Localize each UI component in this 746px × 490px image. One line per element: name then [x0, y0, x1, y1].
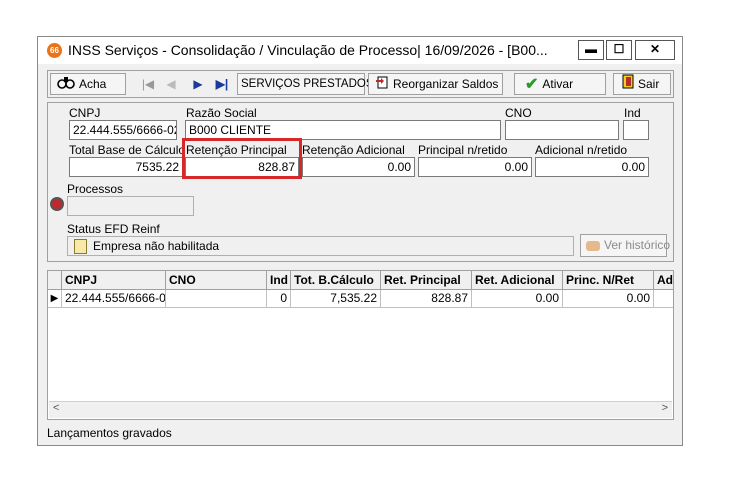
prev-record-button[interactable]: ◀: [160, 73, 182, 95]
ativar-label: Ativar: [542, 77, 574, 91]
status-efd-reinf-value: Empresa não habilitada: [93, 239, 220, 253]
table-cell-ad[interactable]: [654, 290, 673, 308]
grid-header-ind[interactable]: Ind: [267, 271, 291, 290]
cnpj-field[interactable]: 22.444.555/6666-02: [69, 120, 177, 140]
grid-header-ad[interactable]: Ad: [654, 271, 673, 290]
razao-social-label: Razão Social: [186, 106, 257, 120]
principal-nao-retido-label: Principal n/retido: [418, 143, 508, 157]
retencao-adicional-field[interactable]: 0.00: [302, 157, 415, 177]
row-indicator-icon: ▶: [48, 290, 62, 308]
main-window: 66 INSS Serviços - Consolidação / Vincul…: [37, 36, 683, 446]
principal-nao-retido-field[interactable]: 0.00: [418, 157, 532, 177]
history-icon: [586, 240, 600, 251]
ver-historico-label: Ver histórico: [604, 238, 671, 252]
app-logo-icon: 66: [47, 43, 62, 58]
ind-field[interactable]: [623, 120, 649, 140]
first-record-button[interactable]: |◀: [137, 73, 159, 95]
table-cell-tot-bcalculo[interactable]: 7,535.22: [291, 290, 381, 308]
window-title: INSS Serviços - Consolidação / Vinculaçã…: [68, 42, 548, 58]
ind-label: Ind: [624, 106, 641, 120]
highlight-box: [182, 138, 302, 179]
close-button[interactable]: ✕: [635, 40, 675, 60]
last-record-button[interactable]: ▶|: [211, 73, 233, 95]
binoculars-icon: [57, 75, 75, 95]
next-record-button[interactable]: ▶: [187, 73, 209, 95]
toolbar: Acha |◀ ◀ ▶ ▶| SERVIÇOS PRESTADOS Reorga…: [47, 70, 674, 98]
cno-label: CNO: [505, 106, 532, 120]
horizontal-scrollbar[interactable]: < >: [49, 401, 672, 418]
document-icon: [74, 239, 87, 255]
total-base-calculo-field[interactable]: 7535.22: [69, 157, 183, 177]
status-efd-reinf-field: Empresa não habilitada: [67, 236, 574, 256]
reorganize-icon: [375, 75, 389, 95]
grid-header-cno[interactable]: CNO: [166, 271, 267, 290]
ativar-button[interactable]: ✔ Ativar: [514, 73, 606, 95]
cnpj-label: CNPJ: [69, 106, 101, 120]
total-base-calculo-label: Total Base de Cálculo: [69, 143, 186, 157]
table-cell-ret-principal[interactable]: 828.87: [381, 290, 472, 308]
razao-social-field[interactable]: B000 CLIENTE: [185, 120, 501, 140]
table-cell-cno[interactable]: [166, 290, 267, 308]
processos-target-icon[interactable]: [50, 197, 64, 211]
ver-historico-button[interactable]: Ver histórico: [580, 234, 671, 257]
acha-label: Acha: [79, 77, 107, 91]
processos-label: Processos: [67, 182, 124, 196]
sair-button[interactable]: Sair: [613, 73, 671, 95]
status-efd-reinf-label: Status EFD Reinf: [67, 222, 160, 236]
table-cell-ret-adicional[interactable]: 0.00: [472, 290, 563, 308]
processos-field[interactable]: [67, 196, 194, 216]
servicos-prestados-button[interactable]: SERVIÇOS PRESTADOS: [237, 73, 374, 95]
scroll-right-button[interactable]: >: [662, 402, 668, 414]
reorganizar-label: Reorganizar Saldos: [393, 77, 499, 91]
sair-label: Sair: [638, 77, 660, 91]
title-bar[interactable]: 66 INSS Serviços - Consolidação / Vincul…: [38, 37, 682, 64]
table-cell-ind[interactable]: 0: [267, 290, 291, 308]
grid-header-cnpj[interactable]: CNPJ: [62, 271, 166, 290]
minimize-button[interactable]: ▬: [578, 40, 604, 60]
scroll-left-button[interactable]: <: [53, 402, 59, 414]
retencao-adicional-label: Retenção Adicional: [302, 143, 405, 157]
data-grid: CNPJ CNO Ind Tot. B.Cálculo Ret. Princip…: [47, 270, 674, 420]
grid-header-princ-n-ret[interactable]: Princ. N/Ret: [563, 271, 654, 290]
acha-button[interactable]: Acha: [50, 73, 126, 95]
cno-field[interactable]: [505, 120, 619, 140]
grid-header-ret-adicional[interactable]: Ret. Adicional: [472, 271, 563, 290]
checkmark-icon: ✔: [525, 75, 539, 93]
adicional-nao-retido-label: Adicional n/retido: [535, 143, 628, 157]
grid-header-ret-principal[interactable]: Ret. Principal: [381, 271, 472, 290]
table-cell-cnpj[interactable]: 22.444.555/6666-02: [62, 290, 166, 308]
grid-corner: [48, 271, 62, 290]
grid-header-tot-bcalculo[interactable]: Tot. B.Cálculo: [291, 271, 381, 290]
status-bar: Lançamentos gravados: [47, 426, 172, 440]
reorganizar-saldos-button[interactable]: Reorganizar Saldos: [368, 73, 503, 95]
adicional-nao-retido-field[interactable]: 0.00: [535, 157, 649, 177]
table-cell-princ-n-ret[interactable]: 0.00: [563, 290, 654, 308]
maximize-button[interactable]: ☐: [606, 40, 632, 60]
exit-door-icon: [622, 74, 634, 95]
